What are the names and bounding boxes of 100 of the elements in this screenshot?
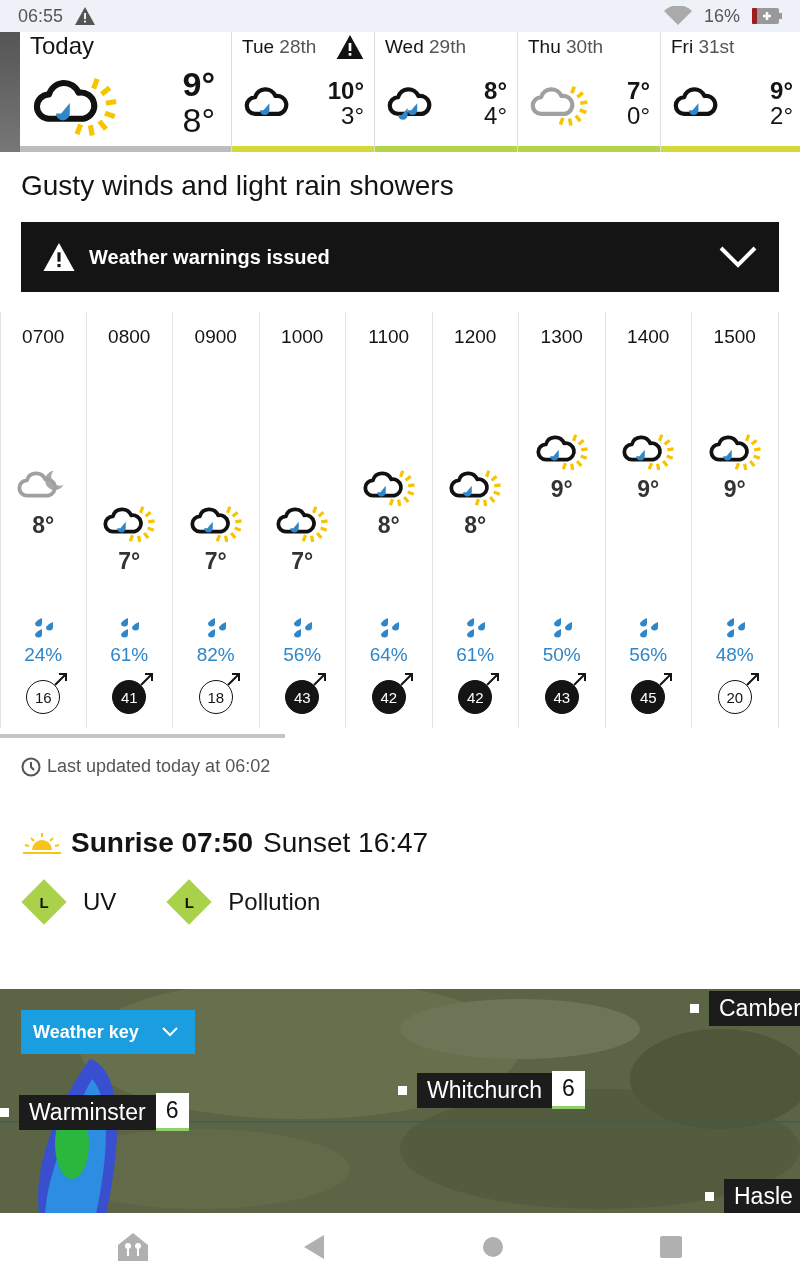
warning-icon	[75, 7, 96, 25]
wind-speed: 42	[371, 680, 406, 714]
day-label: Today	[30, 32, 95, 60]
wind-speed: 41	[112, 680, 147, 714]
place-name[interactable]: Camber	[709, 991, 800, 1026]
rating-badge: L	[166, 879, 213, 925]
hour-label: 1200	[454, 326, 497, 348]
warnings-banner[interactable]: Weather warnings issued	[21, 222, 779, 292]
arrow-icon	[571, 671, 588, 687]
wind-speed: 45	[631, 680, 666, 714]
recents-icon[interactable]	[660, 1235, 682, 1258]
hour-label: 1000	[281, 326, 324, 348]
arrow-icon	[658, 671, 675, 687]
high-temperature: 10°	[327, 77, 364, 103]
rain-chance: 61%	[456, 644, 495, 666]
rain-chance: 50%	[542, 644, 581, 666]
sunset-time: Sunset 16:47	[263, 827, 429, 859]
temperature: 7°	[118, 547, 141, 575]
place-name[interactable]: Whitchurch	[417, 1072, 553, 1108]
rating-badge: L	[21, 879, 67, 925]
day-tab[interactable]: Thu 30th 7° 0°	[518, 32, 661, 152]
wind-speed: 20	[717, 680, 752, 714]
sunrise-icon	[23, 831, 61, 855]
low-temperature: 4°	[484, 103, 507, 129]
high-temperature: 7°	[627, 77, 650, 103]
rain-chance: 56%	[283, 644, 322, 666]
temperature: 9°	[550, 475, 573, 503]
hour-label: 0800	[108, 326, 151, 348]
wind-speed: 18	[198, 680, 233, 714]
rain-chance: 24%	[24, 644, 63, 666]
place-marker	[398, 1085, 407, 1095]
arrow-icon	[225, 671, 242, 687]
wind-speed: 42	[458, 680, 493, 714]
wind-speed: 43	[285, 680, 320, 714]
chevron-icon	[719, 245, 757, 269]
temperature: 9°	[637, 475, 660, 503]
index-label: UV	[83, 888, 117, 916]
temperature: 8°	[377, 511, 400, 539]
low-temperature: 8°	[182, 103, 215, 139]
place-name[interactable]: Hasle	[724, 1179, 800, 1213]
rain-chance: 64%	[369, 644, 408, 666]
app-icon[interactable]	[118, 1232, 148, 1261]
raindrops-icon	[118, 618, 141, 640]
rain-chance: 56%	[629, 644, 668, 666]
place-marker	[0, 1107, 9, 1117]
clock-time: 06:55	[18, 5, 64, 27]
raindrops-icon	[32, 618, 55, 640]
place-name[interactable]: Warminster	[19, 1094, 156, 1130]
wifi-icon	[663, 6, 692, 26]
hour-label: 1100	[368, 326, 410, 348]
home-icon[interactable]	[482, 1235, 504, 1258]
high-temperature: 8°	[484, 77, 507, 103]
place-marker	[690, 1004, 699, 1013]
forecast-summary: Gusty winds and light rain showers	[21, 170, 455, 202]
temperature: 8°	[464, 511, 487, 539]
raindrops-icon	[464, 618, 487, 640]
day-label: Tue 28th	[242, 36, 317, 58]
rain-chance: 48%	[715, 644, 754, 666]
raindrops-icon	[637, 618, 660, 640]
hour-label: 1400	[627, 326, 670, 348]
hour-label: 0700	[22, 326, 65, 348]
low-temperature: 0°	[627, 103, 650, 129]
battery-charging-icon	[752, 8, 782, 24]
battery-percentage: 16%	[703, 5, 740, 27]
arrow-icon	[398, 671, 415, 687]
raindrops-icon	[291, 618, 314, 640]
wind-speed: 16	[26, 680, 61, 714]
place-temperature: 6	[552, 1071, 585, 1109]
day-tab[interactable]: Tue 28th 10° 3°	[232, 32, 375, 152]
arrow-icon	[312, 671, 329, 687]
high-temperature: 9°	[182, 67, 215, 103]
hour-label: 1500	[713, 326, 756, 348]
day-label: Wed 29th	[385, 36, 466, 58]
day-tab[interactable]: Wed 29th 8° 4°	[375, 32, 518, 152]
low-temperature: 2°	[770, 103, 793, 129]
place-marker	[705, 1192, 714, 1201]
rain-chance: 61%	[110, 644, 149, 666]
last-updated-text: Last updated today at 06:02	[47, 756, 271, 777]
hour-label: 1300	[540, 326, 583, 348]
temperature: 8°	[32, 511, 55, 539]
temperature: 9°	[723, 475, 746, 503]
temperature: 7°	[204, 547, 227, 575]
index-label: Pollution	[228, 888, 321, 916]
place-temperature: 6	[155, 1093, 189, 1131]
arrow-icon	[53, 671, 70, 687]
hour-label: 0900	[194, 326, 237, 348]
day-tab[interactable]: Today 9° 8°	[20, 32, 232, 152]
arrow-icon	[485, 671, 502, 687]
rain-chance: 82%	[196, 644, 235, 666]
arrow-icon	[744, 671, 761, 687]
back-icon[interactable]	[304, 1234, 326, 1259]
wind-speed: 43	[544, 680, 579, 714]
temperature: 7°	[291, 547, 314, 575]
high-temperature: 9°	[770, 77, 793, 103]
day-label: Thu 30th	[528, 36, 603, 58]
clock-icon	[21, 756, 41, 777]
day-label: Fri 31st	[671, 36, 735, 58]
sunrise-time: Sunrise 07:50	[71, 827, 254, 859]
chevron-icon	[161, 1026, 179, 1038]
low-temperature: 3°	[341, 103, 364, 129]
